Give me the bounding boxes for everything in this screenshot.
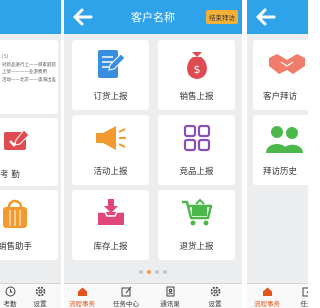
task-edit-icon (287, 286, 308, 297)
tab-settings-left-label: 设置 (33, 300, 47, 308)
sales-assistant-card[interactable]: 销售助手 (0, 190, 58, 260)
grid-squares-icon (158, 123, 235, 157)
tab-task-center-label: 任务中心 (113, 300, 139, 308)
notes-count: [5] (2, 55, 9, 60)
tab-workflow-right[interactable]: 流程事务 (247, 286, 287, 308)
contacts-book-icon (150, 286, 190, 297)
tab-settings-left[interactable]: 设置 (20, 286, 60, 308)
right-header (247, 0, 308, 34)
tab-workflow-right-label: 流程事务 (254, 300, 280, 308)
customer-visit-label: 客户拜访 (263, 92, 298, 102)
note-item: 上架————业游费用 (2, 70, 47, 75)
tab-contacts[interactable]: 通讯录 (150, 286, 190, 308)
people-icon (253, 123, 308, 157)
inventory-report-card[interactable]: 库存上报 (72, 190, 149, 260)
notes-card[interactable]: [5] 对新品进行上——目家庭装 上架————业游费用 活动——北京——奥海出差 (0, 40, 58, 114)
tab-task-right-label: 任务 (300, 300, 309, 308)
page-dot-active[interactable] (147, 270, 151, 274)
note-item: 活动——北京——奥海出差 (2, 77, 56, 83)
tab-contacts-label: 通讯录 (160, 300, 180, 308)
visit-history-label: 拜访历史 (263, 167, 298, 177)
tab-workflow-label: 流程事务 (69, 300, 95, 308)
attendance-icon (0, 126, 58, 160)
activity-report-label: 活动上报 (93, 167, 128, 177)
money-bag-icon: $ (158, 48, 235, 82)
order-edit-icon (72, 48, 149, 82)
tab-workflow[interactable]: 流程事务 (64, 286, 102, 308)
attendance-label: 考 勤 (0, 170, 20, 180)
task-edit-icon (106, 286, 146, 297)
page-dot[interactable] (163, 270, 167, 274)
inbox-download-icon (72, 198, 149, 232)
customer-visit-card[interactable]: 客户拜访 (253, 40, 308, 110)
page-dot[interactable] (155, 270, 159, 274)
left-header (0, 0, 61, 34)
activity-report-card[interactable]: 活动上报 (72, 115, 149, 185)
end-visit-button[interactable]: 结束拜访 (206, 10, 238, 24)
return-report-card[interactable]: 退货上报 (158, 190, 235, 260)
inventory-report-label: 库存上报 (93, 242, 128, 252)
notes-list: [5] 对新品进行上——目家庭装 上架————业游费用 活动——北京——奥海出差 (2, 54, 56, 84)
tab-task-right[interactable]: 任务 (287, 286, 308, 308)
order-report-label: 订货上报 (93, 92, 128, 102)
attendance-card[interactable]: 考 勤 (0, 118, 58, 186)
right-tab-bar: 流程事务 任务 (247, 283, 308, 308)
competitor-report-label: 竞品上报 (179, 167, 214, 177)
page-dot[interactable] (139, 270, 143, 274)
shopping-bag-icon (0, 198, 58, 232)
main-tab-bar: 流程事务 任务中心 通讯录 设置 (64, 283, 242, 308)
note-item: 对新品进行上——目家庭装 (2, 62, 56, 68)
right-page: 客户拜访 拜访历史 流程事务 任务 (247, 0, 308, 308)
gear-icon (20, 286, 60, 297)
left-page: [5] 对新品进行上——目家庭装 上架————业游费用 活动——北京——奥海出差… (0, 0, 61, 308)
sales-report-card[interactable]: $ 销售上报 (158, 40, 235, 110)
visit-history-card[interactable]: 拜访历史 (253, 115, 308, 185)
gear-icon (195, 286, 235, 297)
home-icon (64, 286, 102, 297)
tab-settings[interactable]: 设置 (195, 286, 235, 308)
page-indicator (64, 270, 242, 274)
sales-report-label: 销售上报 (179, 92, 214, 102)
left-tab-bar: 考勤 设置 (0, 283, 61, 308)
tab-settings-label: 设置 (208, 300, 222, 308)
home-icon (247, 286, 287, 297)
return-report-label: 退货上报 (179, 242, 214, 252)
svg-text:$: $ (193, 63, 200, 76)
handshake-icon (253, 48, 308, 82)
megaphone-icon (72, 123, 149, 157)
back-arrow-icon[interactable] (256, 8, 276, 26)
main-header: 客户名称 结束拜访 (64, 0, 242, 34)
sales-assistant-label: 销售助手 (0, 242, 33, 252)
tab-task-center[interactable]: 任务中心 (106, 286, 146, 308)
order-report-card[interactable]: 订货上报 (72, 40, 149, 110)
competitor-report-card[interactable]: 竞品上报 (158, 115, 235, 185)
cart-return-icon (158, 198, 235, 232)
main-page: 客户名称 结束拜访 订货上报 $ 销售上报 活动上报 竞品上报 库存上报 退货上… (64, 0, 242, 308)
